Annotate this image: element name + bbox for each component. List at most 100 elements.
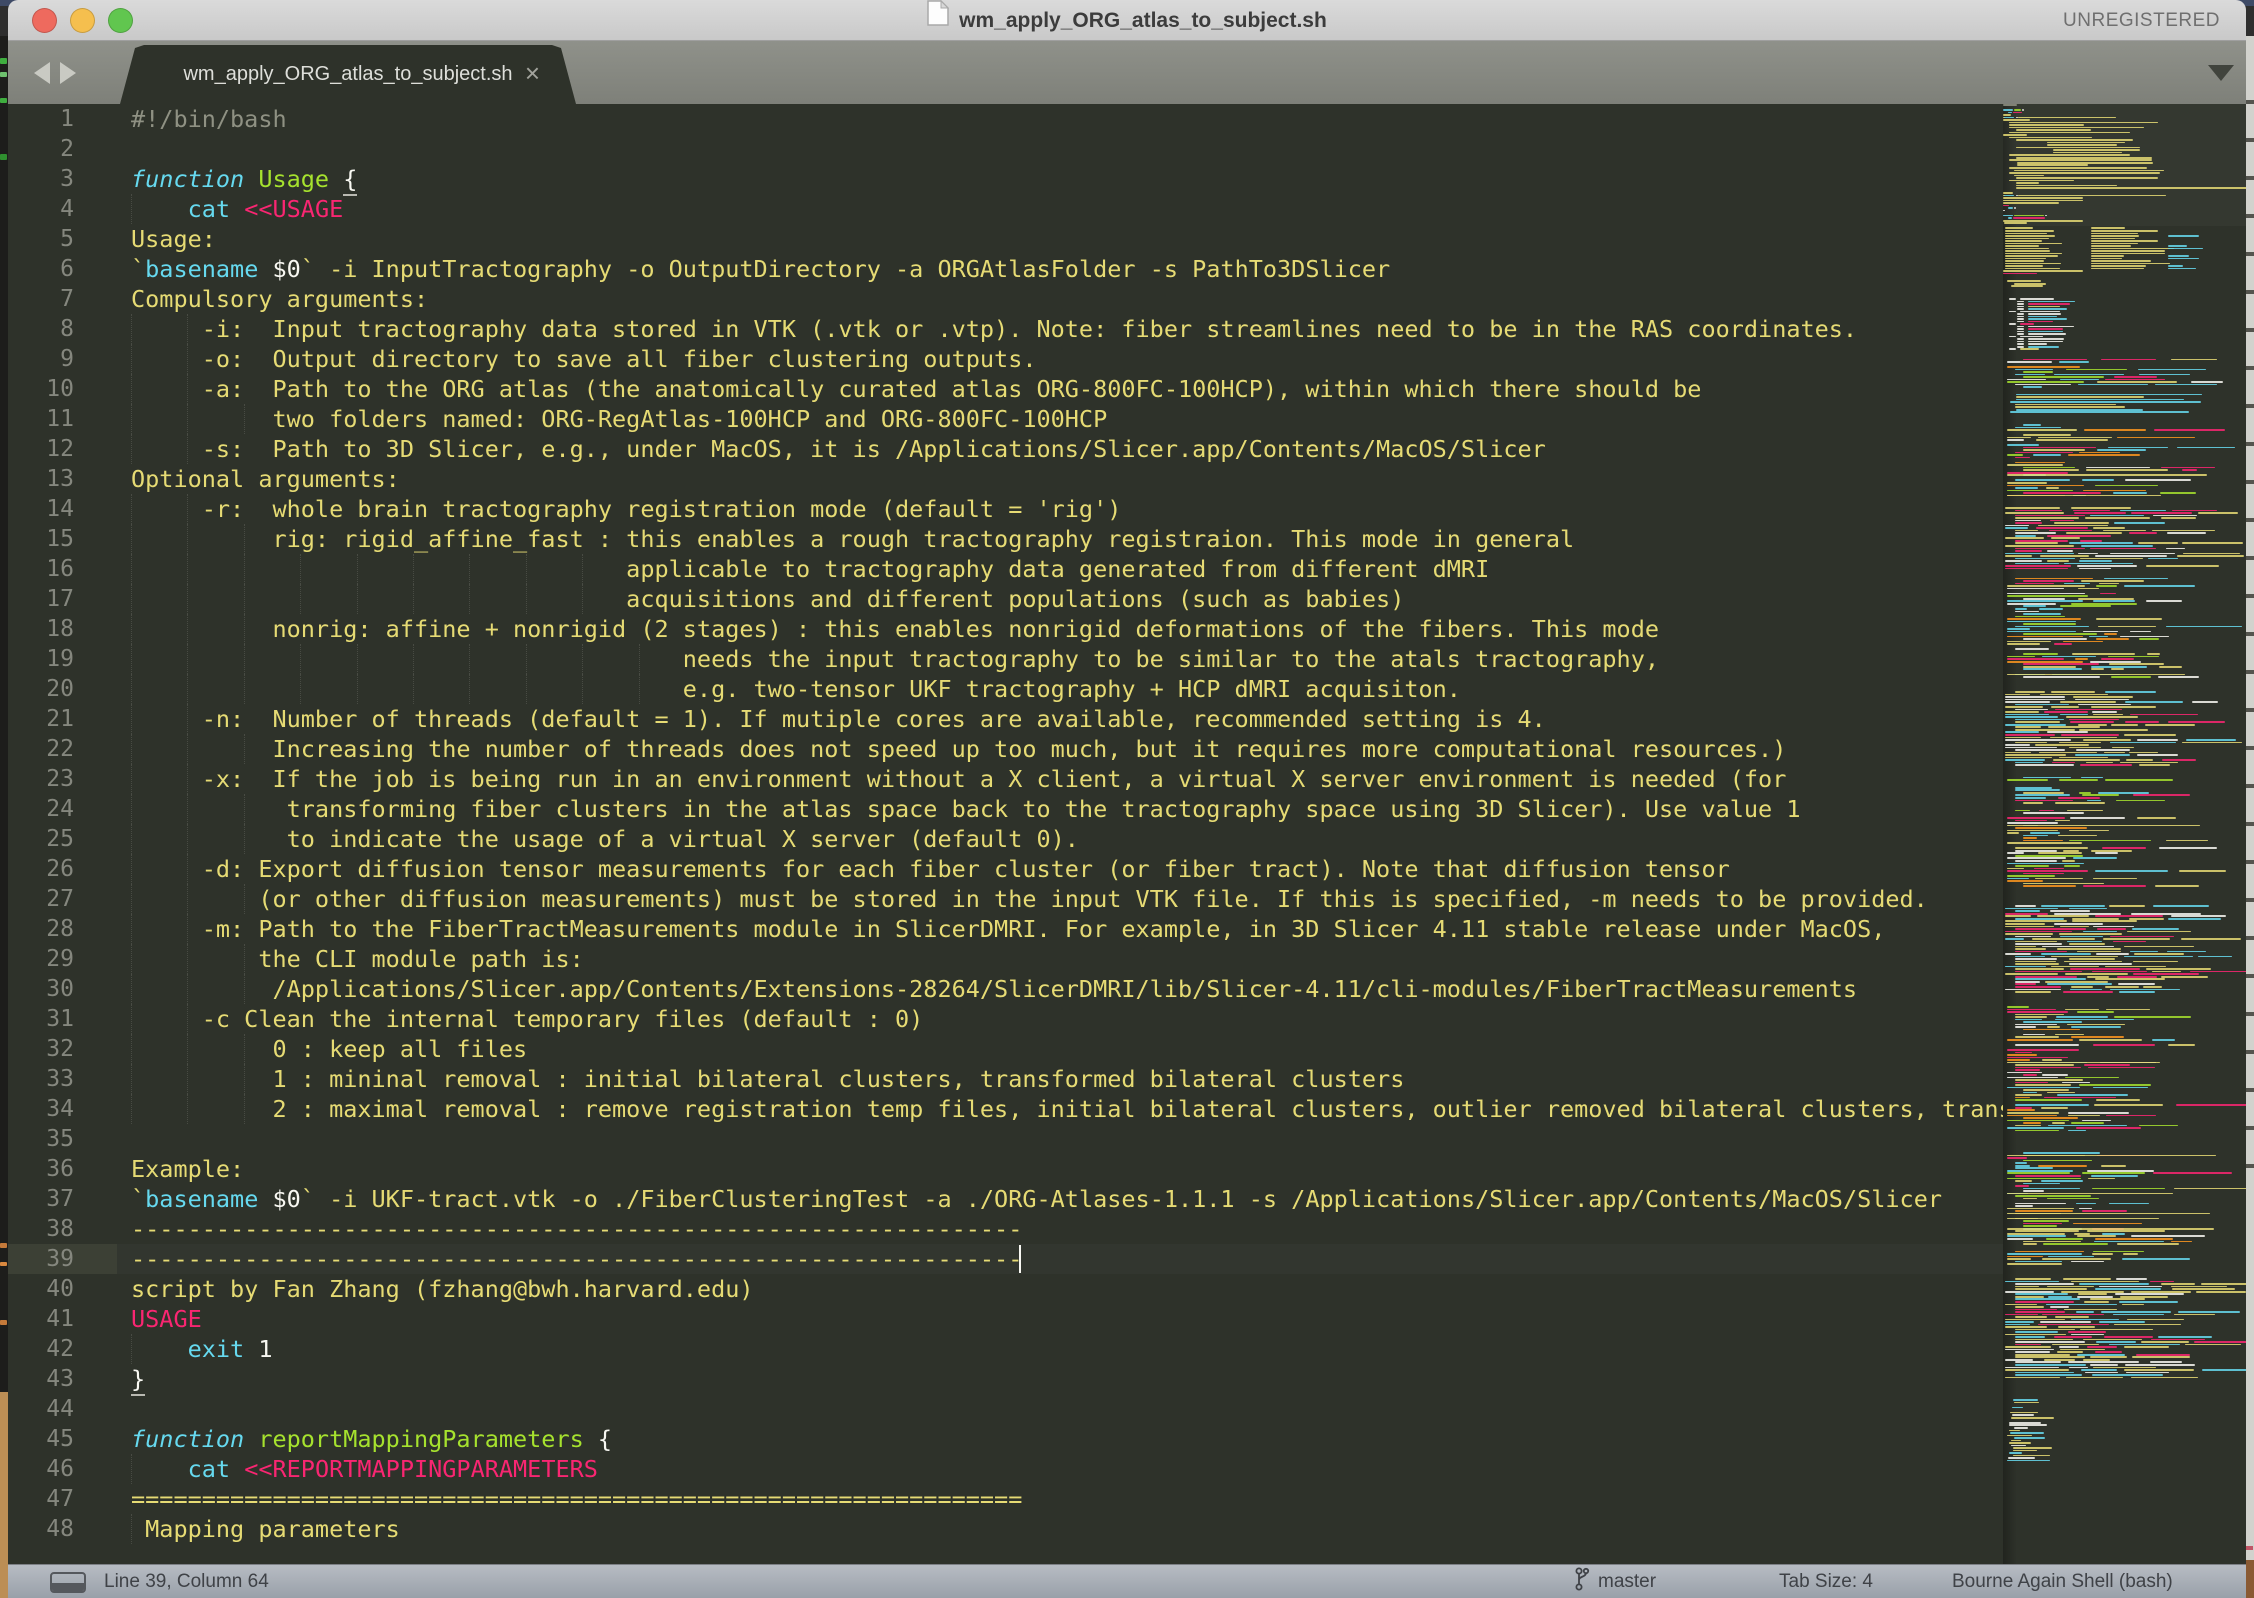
code-line[interactable]: 48 Mapping parameters [8,1514,2003,1544]
minimap-mark [2015,1351,2050,1353]
minimap-mark [2007,1049,2079,1051]
minimap-mark [2005,739,2071,741]
code-line[interactable]: 16 applicable to tractography data gener… [8,554,2003,584]
minimap-mark [2078,598,2135,600]
minimap-mark [2007,1157,2027,1159]
minimap-mark [2015,1329,2075,1331]
minimap-mark [2017,343,2024,345]
code-line[interactable]: 31 -c Clean the internal temporary files… [8,1004,2003,1034]
next-tab-arrow-icon[interactable] [60,62,76,84]
minimap-mark [2015,976,2077,978]
code-line[interactable]: 1#!/bin/bash [8,104,2003,134]
code-line[interactable]: 32 0 : keep all files [8,1034,2003,1064]
code-line[interactable]: 42 exit 1 [8,1334,2003,1364]
minimap-mark [2088,1178,2115,1180]
tab-close-icon[interactable]: × [525,45,540,104]
minimap-mark [2023,623,2076,625]
code-line[interactable]: 30 /Applications/Slicer.app/Contents/Ext… [8,974,2003,1004]
code-line[interactable]: 15 rig: rigid_affine_fast : this enables… [8,524,2003,554]
code-line[interactable]: 17 acquisitions and different population… [8,584,2003,614]
code-line[interactable]: 21 -n: Number of threads (default = 1). … [8,704,2003,734]
minimap-mark [2015,1251,2084,1253]
code-line[interactable]: 47======================================… [8,1484,2003,1514]
tab-bar: wm_apply_ORG_atlas_to_subject.sh × [8,41,2246,104]
tab-active-file[interactable]: wm_apply_ORG_atlas_to_subject.sh × [120,45,576,104]
minimap-mark [2114,1324,2181,1326]
code-line[interactable]: 10 -a: Path to the ORG atlas (the anatom… [8,374,2003,404]
code-line[interactable]: 9 -o: Output directory to save all fiber… [8,344,2003,374]
minimap-mark [2096,585,2118,587]
code-line[interactable]: 13Optional arguments: [8,464,2003,494]
code-line[interactable]: 3function Usage { [8,164,2003,194]
code-line[interactable]: 37`basename $0` -i UKF-tract.vtk -o ./Fi… [8,1184,2003,1214]
open-files-dropdown-icon[interactable] [2208,65,2234,81]
prev-tab-arrow-icon[interactable] [34,62,50,84]
code-line[interactable]: 22 Increasing the number of threads does… [8,734,2003,764]
minimap-mark [2015,517,2079,519]
code-line[interactable]: 29 the CLI module path is: [8,944,2003,974]
code-line[interactable]: 39--------------------------------------… [8,1244,2003,1274]
code-line[interactable]: 14 -r: whole brain tractography registra… [8,494,2003,524]
minimap-mark [2182,742,2241,744]
code-line[interactable]: 23 -x: If the job is being run in an env… [8,764,2003,794]
code-line[interactable]: 19 needs the input tractography to be si… [8,644,2003,674]
code-line[interactable]: 41USAGE [8,1304,2003,1334]
minimap-mark [2023,598,2065,600]
code-line[interactable]: 35 [8,1124,2003,1154]
code-line[interactable]: 25 to indicate the usage of a virtual X … [8,824,2003,854]
code-line[interactable]: 4 cat <<USAGE [8,194,2003,224]
status-tab-size[interactable]: Tab Size: 4 [1779,1565,1873,1598]
minimap-mark [2017,328,2024,330]
code-line[interactable]: 46 cat <<REPORTMAPPINGPARAMETERS [8,1454,2003,1484]
code-line[interactable]: 44 [8,1394,2003,1424]
code-line[interactable]: 36 Example: [8,1154,2003,1184]
minimap-mark [2005,555,2032,557]
status-syntax[interactable]: Bourne Again Shell (bash) [1952,1565,2173,1598]
minimap-mark [2064,961,2121,963]
code-line[interactable]: 40script by Fan Zhang (fzhang@bwh.harvar… [8,1274,2003,1304]
minimap-mark [2091,255,2124,257]
code-line[interactable]: 7Compulsory arguments: [8,284,2003,314]
code-line[interactable]: 18 nonrig: affine + nonrigid (2 stages) … [8,614,2003,644]
minimap-mark [2007,429,2077,431]
minimap-mark [2168,248,2203,250]
code-line[interactable]: 20 e.g. two-tensor UKF tractography + HC… [8,674,2003,704]
code-line[interactable]: 6`basename $0` -i InputTractography -o O… [8,254,2003,284]
code-line[interactable]: 12 -s: Path to 3D Slicer, e.g., under Ma… [8,434,2003,464]
minimap-mark [2007,482,2047,484]
minimap-mark [2093,1087,2149,1089]
status-git-branch[interactable]: master [1574,1565,1656,1598]
minimap-mark [2085,1372,2118,1374]
minimap-mark [2065,1077,2119,1079]
code-text: Example: [131,1154,244,1184]
code-text: function reportMappingParameters { [131,1424,612,1454]
minimap-mark [2171,1286,2227,1288]
code-line[interactable]: 38--------------------------------------… [8,1214,2003,1244]
code-line[interactable]: 26 -d: Export diffusion tensor measureme… [8,854,2003,884]
minimap-mark [2047,550,2073,552]
code-line[interactable]: 11 two folders named: ORG-RegAtlas-100HC… [8,404,2003,434]
minimap-mark [2023,492,2101,494]
code-line[interactable]: 5Usage: [8,224,2003,254]
code-area[interactable]: 1#!/bin/bash23function Usage {4 cat <<US… [8,104,2003,1564]
minimap[interactable] [2003,104,2246,1564]
code-line[interactable]: 28 -m: Path to the FiberTractMeasurement… [8,914,2003,944]
minimap-mark [2005,1314,2038,1316]
minimap-mark [2129,532,2157,534]
minimap-mark [2015,1069,2040,1071]
code-line[interactable]: 24 transforming fiber clusters in the at… [8,794,2003,824]
minimap-mark [2007,1172,2070,1174]
code-line[interactable]: 8 -i: Input tractography data stored in … [8,314,2003,344]
code-line[interactable]: 27 (or other diffusion measurements) mus… [8,884,2003,914]
panel-toggle-icon[interactable] [50,1572,86,1593]
minimap-mark [2007,437,2031,439]
code-line[interactable]: 43} [8,1364,2003,1394]
code-line[interactable]: 2 [8,134,2003,164]
code-line[interactable]: 45function reportMappingParameters { [8,1424,2003,1454]
minimap-mark [2040,694,2108,696]
minimap-mark [2015,855,2083,857]
code-line[interactable]: 34 2 : maximal removal : remove registra… [8,1094,2003,1124]
line-number: 36 [8,1154,74,1184]
code-line[interactable]: 33 1 : mininal removal : initial bilater… [8,1064,2003,1094]
minimap-mark [2011,1440,2021,1442]
